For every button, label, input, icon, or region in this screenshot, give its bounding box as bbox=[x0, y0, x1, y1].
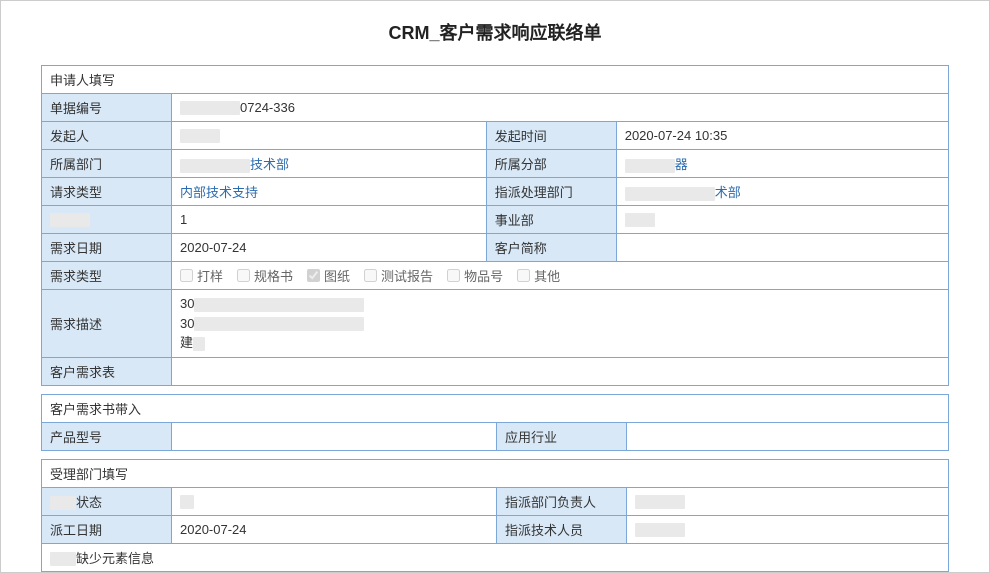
req-desc-label: 需求描述 bbox=[42, 290, 172, 358]
status-label: 状态 bbox=[42, 487, 172, 515]
status-value bbox=[172, 487, 497, 515]
checkbox-图纸[interactable]: 图纸 bbox=[307, 266, 350, 285]
cust-short-value bbox=[616, 234, 948, 262]
dept-value: 技术部 bbox=[172, 150, 487, 178]
biz-unit-label: 事业部 bbox=[486, 206, 616, 234]
handling-dept-table: 受理部门填写 状态 指派部门负责人 派工日期 2020-07-24 指派技术人员… bbox=[41, 459, 949, 573]
applicant-section-table: 申请人填写 单据编号 0724-336 发起人 发起时间 2020-07-24 … bbox=[41, 65, 949, 386]
assign-tech-value bbox=[627, 515, 949, 543]
req-kind-checkboxes: 打样 规格书 图纸 测试报告 物品号 其他 bbox=[172, 262, 949, 290]
checkbox-打样[interactable]: 打样 bbox=[180, 266, 223, 285]
industry-label: 应用行业 bbox=[497, 422, 627, 450]
section1-header: 申请人填写 bbox=[42, 66, 949, 94]
checkbox-物品号[interactable]: 物品号 bbox=[447, 266, 503, 285]
init-time-label: 发起时间 bbox=[486, 122, 616, 150]
section2-header: 客户需求书带入 bbox=[42, 394, 949, 422]
checkbox-label-text: 打样 bbox=[197, 266, 223, 285]
doc-no-label: 单据编号 bbox=[42, 94, 172, 122]
cust-req-table-value bbox=[172, 357, 949, 385]
checkbox-label-text: 图纸 bbox=[324, 266, 350, 285]
checkbox-input[interactable] bbox=[237, 269, 250, 282]
assign-owner-value bbox=[627, 487, 949, 515]
req-kind-label: 需求类型 bbox=[42, 262, 172, 290]
initiator-label: 发起人 bbox=[42, 122, 172, 150]
checkbox-其他[interactable]: 其他 bbox=[517, 266, 560, 285]
checkbox-label-text: 测试报告 bbox=[381, 266, 433, 285]
page-title: CRM_客户需求响应联络单 bbox=[1, 1, 989, 65]
checkbox-input[interactable] bbox=[364, 269, 377, 282]
req-date-label: 需求日期 bbox=[42, 234, 172, 262]
checkbox-label-text: 其他 bbox=[534, 266, 560, 285]
checkbox-label-text: 规格书 bbox=[254, 266, 293, 285]
customer-req-import-table: 客户需求书带入 产品型号 应用行业 bbox=[41, 394, 949, 451]
checkbox-input[interactable] bbox=[447, 269, 460, 282]
req-desc-value: 30 30 建 bbox=[172, 290, 949, 358]
assign-tech-label: 指派技术人员 bbox=[497, 515, 627, 543]
dispatch-date-value: 2020-07-24 bbox=[172, 515, 497, 543]
assign-dept-label: 指派处理部门 bbox=[486, 178, 616, 206]
industry-value bbox=[627, 422, 949, 450]
req-type-value: 内部技术支持 bbox=[172, 178, 487, 206]
qty-value: 1 bbox=[172, 206, 487, 234]
dept-label: 所属部门 bbox=[42, 150, 172, 178]
checkbox-label-text: 物品号 bbox=[464, 266, 503, 285]
branch-label: 所属分部 bbox=[486, 150, 616, 178]
checkbox-input[interactable] bbox=[517, 269, 530, 282]
branch-value: 器 bbox=[616, 150, 948, 178]
biz-unit-value bbox=[616, 206, 948, 234]
dispatch-date-label: 派工日期 bbox=[42, 515, 172, 543]
checkbox-input[interactable] bbox=[180, 269, 193, 282]
init-time-value: 2020-07-24 10:35 bbox=[616, 122, 948, 150]
cust-short-label: 客户简称 bbox=[486, 234, 616, 262]
initiator-value bbox=[172, 122, 487, 150]
req-type-label: 请求类型 bbox=[42, 178, 172, 206]
section3-header: 受理部门填写 bbox=[42, 459, 949, 487]
product-model-label: 产品型号 bbox=[42, 422, 172, 450]
doc-no-value: 0724-336 bbox=[172, 94, 949, 122]
missing-info-label: 缺少元素信息 bbox=[42, 543, 949, 571]
checkbox-规格书[interactable]: 规格书 bbox=[237, 266, 293, 285]
product-model-value bbox=[172, 422, 497, 450]
assign-owner-label: 指派部门负责人 bbox=[497, 487, 627, 515]
cust-req-table-label: 客户需求表 bbox=[42, 357, 172, 385]
assign-dept-value: 术部 bbox=[616, 178, 948, 206]
req-date-value: 2020-07-24 bbox=[172, 234, 487, 262]
checkbox-测试报告[interactable]: 测试报告 bbox=[364, 266, 433, 285]
blank-label bbox=[42, 206, 172, 234]
checkbox-input[interactable] bbox=[307, 269, 320, 282]
